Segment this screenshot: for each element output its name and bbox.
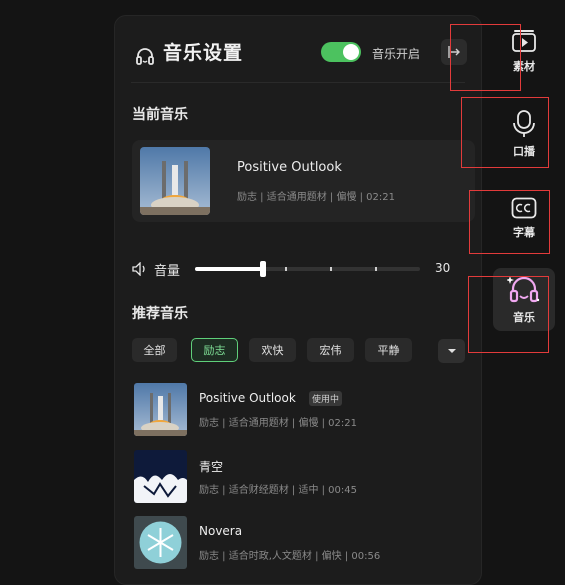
- chip-grand[interactable]: 宏伟: [307, 338, 354, 362]
- volume-value: 30: [435, 261, 451, 275]
- track-meta: 励志 | 适合时政,人文题材 | 偏快 | 00:56: [199, 551, 381, 562]
- current-track-name: Positive Outlook: [237, 160, 342, 175]
- volume-tick: [330, 267, 332, 271]
- track-name: 青空: [199, 460, 224, 474]
- chip-more-dropdown[interactable]: [438, 339, 465, 363]
- current-music-card[interactable]: Positive Outlook 励志 | 适合通用题材 | 偏慢 | 02:2…: [132, 140, 475, 222]
- in-use-badge: 使用中: [309, 391, 343, 406]
- volume-label: 音量: [154, 264, 181, 279]
- rocket-launch-thumb: [140, 147, 210, 215]
- speaker-icon: [132, 262, 145, 276]
- track-meta: 励志 | 适合通用题材 | 偏慢 | 02:21: [199, 418, 357, 429]
- track-name: Novera: [199, 524, 243, 538]
- track-meta: 励志 | 适合财经题材 | 适中 | 00:45: [199, 485, 357, 496]
- chip-cheerful[interactable]: 欢快: [249, 338, 296, 362]
- recommended-heading: 推荐音乐: [132, 306, 188, 322]
- volume-tick: [285, 267, 287, 271]
- chip-inspiring[interactable]: 励志: [191, 338, 238, 362]
- highlight-box: [469, 190, 550, 254]
- panel-title: 音乐设置: [163, 42, 244, 64]
- header-divider: [131, 82, 465, 83]
- chevron-down-icon: [447, 349, 456, 353]
- music-settings-panel: 音乐设置 音乐开启 当前音乐 Positive Outlook 励志 | 适合通…: [114, 15, 482, 585]
- chip-calm[interactable]: 平静: [365, 338, 412, 362]
- volume-slider[interactable]: [195, 261, 420, 277]
- current-music-heading: 当前音乐: [132, 107, 188, 123]
- current-track-meta: 励志 | 适合通用题材 | 偏慢 | 02:21: [237, 192, 395, 203]
- volume-tick: [375, 267, 377, 271]
- track-row[interactable]: 青空 励志 | 适合财经题材 | 适中 | 00:45: [132, 450, 472, 505]
- sky-silhouette-thumb: [134, 450, 187, 503]
- toggle-label: 音乐开启: [372, 47, 421, 61]
- highlight-box: [450, 24, 521, 91]
- snowflake-thumb: [134, 516, 187, 569]
- chip-all[interactable]: 全部: [132, 338, 177, 362]
- music-toggle[interactable]: [321, 42, 361, 62]
- rocket-launch-thumb: [134, 383, 187, 436]
- track-name: Positive Outlook: [199, 391, 296, 405]
- headphones-icon: [136, 48, 154, 65]
- highlight-box: [461, 97, 549, 168]
- highlight-box: [468, 276, 549, 353]
- toggle-knob: [343, 44, 359, 60]
- track-row[interactable]: Novera 励志 | 适合时政,人文题材 | 偏快 | 00:56: [132, 516, 472, 571]
- track-row[interactable]: Positive Outlook 使用中 励志 | 适合通用题材 | 偏慢 | …: [132, 383, 472, 438]
- volume-fill: [195, 267, 263, 271]
- volume-thumb[interactable]: [260, 261, 266, 277]
